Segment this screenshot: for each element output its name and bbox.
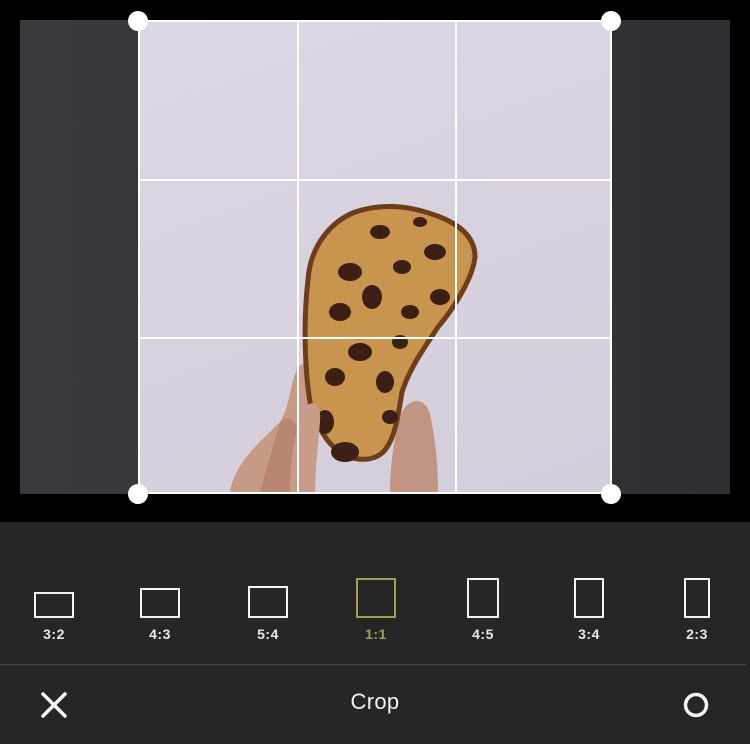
crop-handle-bottom-left[interactable] [128,484,148,504]
crop-controls-panel: 3:2 4:3 5:4 1:1 4:5 3:4 2:3 Crop [0,522,750,744]
portrait-rect-icon [467,578,499,618]
aspect-ratio-4-3[interactable]: 4:3 [115,574,205,654]
landscape-rect-icon [140,588,180,618]
aspect-ratio-selector: 3:2 4:3 5:4 1:1 4:5 3:4 2:3 [0,522,750,664]
confirm-button[interactable] [676,685,716,725]
aspect-ratio-4-5[interactable]: 4:5 [438,574,528,654]
crop-canvas [0,0,750,522]
aspect-ratio-label: 2:3 [686,626,708,642]
aspect-ratio-2-3[interactable]: 2:3 [652,574,742,654]
aspect-ratio-3-2[interactable]: 3:2 [9,574,99,654]
aspect-ratio-label: 4:3 [149,626,171,642]
crop-frame[interactable] [138,20,612,494]
grid-line-vertical [455,22,457,492]
square-icon [356,578,396,618]
crop-toolbar: Crop [0,665,750,744]
photo-bread-in-hand [230,204,478,492]
landscape-rect-icon [34,592,74,618]
aspect-ratio-5-4[interactable]: 5:4 [223,574,313,654]
aspect-ratio-label: 3:2 [43,626,65,642]
aspect-ratio-1-1[interactable]: 1:1 [331,574,421,654]
aspect-ratio-label: 1:1 [365,626,387,642]
grid-line-horizontal [140,337,610,339]
circle-confirm-icon [683,692,709,718]
landscape-rect-icon [248,586,288,618]
aspect-ratio-label: 3:4 [578,626,600,642]
aspect-ratio-3-4[interactable]: 3:4 [544,574,634,654]
crop-handle-bottom-right[interactable] [601,484,621,504]
portrait-rect-icon [684,578,710,618]
grid-line-vertical [297,22,299,492]
crop-handle-top-left[interactable] [128,11,148,31]
grid-line-horizontal [140,179,610,181]
portrait-rect-icon [574,578,604,618]
aspect-ratio-label: 4:5 [472,626,494,642]
crop-handle-top-right[interactable] [601,11,621,31]
page-title: Crop [350,689,400,714]
aspect-ratio-label: 5:4 [257,626,279,642]
